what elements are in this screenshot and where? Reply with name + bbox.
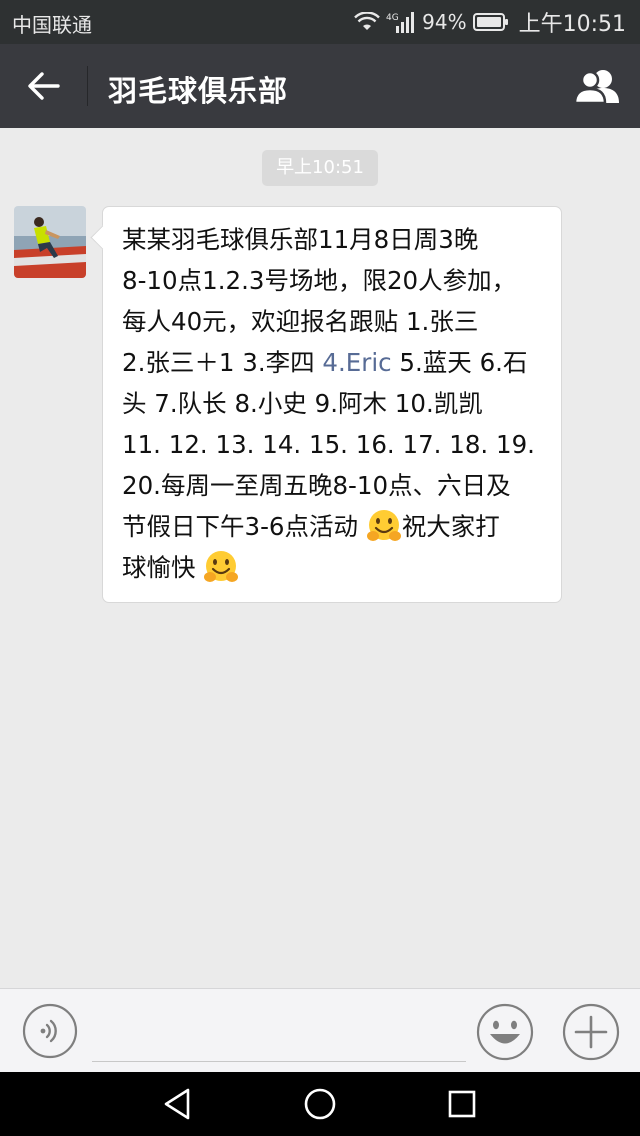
- message-line: 20.每周一至周五晚8-10点、六日及: [122, 471, 511, 500]
- message-segment: 球愉快: [122, 553, 204, 582]
- chat-message-list[interactable]: 早上10:51 某某羽毛球俱乐部11月8日周3晚 8-10点1.2.3号场地，限…: [0, 128, 640, 988]
- message-line: 8-10点1.2.3号场地，限20人参加，: [122, 266, 517, 295]
- message-line: 球愉快: [122, 547, 548, 588]
- group-members-icon: [573, 70, 619, 105]
- smiley-icon[interactable]: [476, 1003, 534, 1061]
- mention-link[interactable]: 4.Eric: [322, 348, 391, 377]
- message-line: 11. 12. 13. 14. 15. 16. 17. 18. 19.: [122, 430, 535, 459]
- header-divider: [87, 66, 88, 106]
- status-indicators: 4G 94% 上午10:51: [354, 7, 626, 37]
- triangle-back-icon[interactable]: [158, 1084, 198, 1124]
- message-timestamp: 早上10:51: [262, 150, 378, 186]
- message-line: 头 7.队长 8.小史 9.阿木 10.凯凯: [122, 389, 483, 418]
- message-segment: 节假日下午3-6点活动: [122, 512, 366, 541]
- group-members-button[interactable]: [570, 60, 626, 112]
- back-button[interactable]: [14, 58, 74, 114]
- plus-icon[interactable]: [562, 1003, 620, 1061]
- message-input[interactable]: [92, 1003, 466, 1062]
- network-type-label: 4G: [386, 13, 399, 23]
- message-line: 每人40元，欢迎报名跟贴 1.张三: [122, 307, 479, 336]
- message-text: 某某羽毛球俱乐部11月8日周3晚 8-10点1.2.3号场地，限20人参加， 每…: [122, 219, 548, 588]
- system-navigation-bar: [0, 1072, 640, 1136]
- battery-icon: [472, 13, 508, 31]
- voice-icon[interactable]: [22, 1003, 78, 1059]
- message-segment: 5.蓝天 6.石: [391, 348, 528, 377]
- avatar[interactable]: [14, 206, 86, 278]
- message-segment: 祝大家打: [401, 512, 500, 541]
- battery-percent: 94%: [422, 10, 467, 34]
- carrier-label: 中国联通: [12, 13, 92, 37]
- hugging-face-emoji-icon: [204, 551, 239, 582]
- message-bubble[interactable]: 某某羽毛球俱乐部11月8日周3晚 8-10点1.2.3号场地，限20人参加， 每…: [90, 206, 562, 603]
- chat-input-bar: [0, 988, 640, 1072]
- wifi-icon: [354, 12, 380, 30]
- message-line: 节假日下午3-6点活动 祝大家打: [122, 506, 548, 547]
- status-bar: 中国联通 4G 94% 上午10:51: [0, 0, 640, 44]
- cellular-signal-icon: 4G: [386, 12, 415, 33]
- chat-title: 羽毛球俱乐部: [108, 74, 289, 108]
- hugging-face-emoji-icon: [366, 510, 401, 541]
- arrow-left-icon: [28, 72, 60, 100]
- chat-header: 羽毛球俱乐部: [0, 44, 640, 128]
- square-recents-icon[interactable]: [442, 1084, 482, 1124]
- status-time: 上午10:51: [518, 12, 626, 37]
- bubble-tail: [90, 225, 115, 250]
- message-segment: 2.张三＋1 3.李四: [122, 348, 323, 377]
- avatar-photo: [14, 206, 86, 278]
- message-line: 某某羽毛球俱乐部11月8日周3晚: [122, 225, 479, 254]
- circle-home-icon[interactable]: [300, 1084, 340, 1124]
- message-line: 2.张三＋1 3.李四 4.Eric 5.蓝天 6.石: [122, 342, 548, 383]
